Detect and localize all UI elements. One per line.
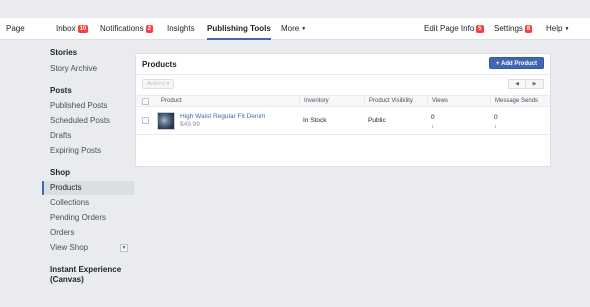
sidebar-item-label: Drafts bbox=[50, 131, 72, 140]
sidebar-item-expiring-posts[interactable]: Expiring Posts bbox=[42, 144, 134, 158]
caret-down-icon: ▼ bbox=[301, 26, 307, 32]
column-header-views[interactable]: Views bbox=[427, 96, 448, 107]
views-sparkline bbox=[432, 125, 433, 128]
page-top-nav: Page Inbox 10 Notifications 2 Insights Pub… bbox=[0, 18, 590, 40]
nav-page[interactable]: Page bbox=[6, 18, 25, 40]
column-header-inventory[interactable]: Inventory bbox=[299, 96, 329, 107]
table-row[interactable]: High Waist Regular Fit Denim $49.99 In S… bbox=[136, 107, 550, 135]
nav-more[interactable]: More ▼ bbox=[281, 18, 306, 40]
inbox-count-badge: 10 bbox=[77, 25, 89, 33]
product-name-link[interactable]: High Waist Regular Fit Denim bbox=[180, 113, 265, 120]
actions-dropdown-button[interactable]: Actions ▾ bbox=[142, 79, 175, 89]
nav-edit-page-info-label: Edit Page Info bbox=[424, 24, 475, 33]
sidebar-item-label: Products bbox=[50, 183, 82, 192]
sidebar-item-label: Scheduled Posts bbox=[50, 116, 111, 125]
products-panel: Products + Add Product Actions ▾ ◀ ▶ Pro… bbox=[135, 53, 551, 167]
external-link-icon[interactable]: ▼ bbox=[120, 244, 128, 252]
sidebar-item-orders[interactable]: Orders bbox=[42, 226, 134, 240]
nav-help[interactable]: Help ▼ bbox=[546, 18, 569, 40]
sidebar-item-drafts[interactable]: Drafts bbox=[42, 129, 134, 143]
sidebar-item-published-posts[interactable]: Published Posts bbox=[42, 99, 134, 113]
column-header-product-visibility[interactable]: Product Visibility bbox=[364, 96, 413, 107]
product-message-sends: 0 bbox=[494, 114, 498, 121]
sidebar-item-label: Expiring Posts bbox=[50, 146, 102, 155]
nav-publishing-tools-label: Publishing Tools bbox=[207, 24, 271, 33]
sidebar-item-products[interactable]: Products bbox=[42, 181, 134, 195]
sidebar-heading-shop: Shop bbox=[50, 168, 70, 177]
panel-title: Products bbox=[142, 60, 177, 69]
table-header: Product Inventory Product Visibility Vie… bbox=[136, 95, 550, 107]
edit-page-info-badge: 5 bbox=[476, 25, 484, 33]
column-header-product[interactable]: Product bbox=[157, 96, 182, 107]
nav-settings[interactable]: Settings 8 bbox=[494, 18, 533, 40]
pager: ◀ ▶ bbox=[508, 79, 544, 89]
chevron-left-icon[interactable]: ◀ bbox=[508, 79, 526, 89]
sidebar-item-view-shop[interactable]: View Shop ▼ bbox=[42, 241, 134, 255]
nav-edit-page-info[interactable]: Edit Page Info 5 bbox=[424, 18, 484, 40]
sidebar-item-pending-orders[interactable]: Pending Orders bbox=[42, 211, 134, 225]
column-header-message-sends[interactable]: Message Sends bbox=[490, 96, 538, 107]
nav-settings-label: Settings bbox=[494, 24, 523, 33]
sidebar-heading-posts: Posts bbox=[50, 86, 72, 95]
sidebar-heading-instant-experience: Instant Experience (Canvas) bbox=[50, 265, 122, 284]
nav-notifications-label: Notifications bbox=[100, 24, 144, 33]
nav-page-label: Page bbox=[6, 24, 25, 33]
sidebar-item-label: View Shop bbox=[50, 243, 89, 252]
select-all-checkbox[interactable] bbox=[142, 98, 149, 105]
sidebar-item-story-archive[interactable]: Story Archive bbox=[42, 62, 134, 76]
sidebar-item-label: Published Posts bbox=[50, 101, 108, 110]
sidebar-item-scheduled-posts[interactable]: Scheduled Posts bbox=[42, 114, 134, 128]
nav-notifications[interactable]: Notifications 2 bbox=[100, 18, 153, 40]
message-sends-sparkline bbox=[495, 125, 496, 128]
nav-more-label: More bbox=[281, 24, 300, 33]
chevron-right-icon[interactable]: ▶ bbox=[526, 79, 544, 89]
nav-publishing-tools[interactable]: Publishing Tools bbox=[207, 18, 271, 40]
settings-badge: 8 bbox=[524, 25, 533, 33]
notifications-count-badge: 2 bbox=[145, 25, 153, 33]
product-thumbnail[interactable] bbox=[157, 112, 175, 130]
nav-inbox-label: Inbox bbox=[56, 24, 76, 33]
row-checkbox[interactable] bbox=[142, 117, 149, 124]
product-visibility: Public bbox=[368, 117, 386, 124]
nav-help-label: Help bbox=[546, 24, 563, 33]
sidebar-item-collections[interactable]: Collections bbox=[42, 196, 134, 210]
add-product-button[interactable]: + Add Product bbox=[489, 57, 544, 69]
nav-inbox[interactable]: Inbox 10 bbox=[56, 18, 89, 40]
sidebar-item-label: Orders bbox=[50, 228, 75, 237]
nav-insights[interactable]: Insights bbox=[167, 18, 195, 40]
sidebar-item-label: Story Archive bbox=[50, 64, 98, 73]
sidebar-item-label: Pending Orders bbox=[50, 213, 107, 222]
sidebar-heading-stories: Stories bbox=[50, 48, 78, 57]
caret-down-icon: ▼ bbox=[564, 26, 570, 32]
product-inventory: In Stock bbox=[303, 117, 327, 124]
product-views: 0 bbox=[431, 114, 435, 121]
product-price: $49.99 bbox=[180, 121, 200, 128]
nav-insights-label: Insights bbox=[167, 24, 195, 33]
panel-divider bbox=[136, 74, 550, 75]
sidebar-item-label: Collections bbox=[50, 198, 90, 207]
